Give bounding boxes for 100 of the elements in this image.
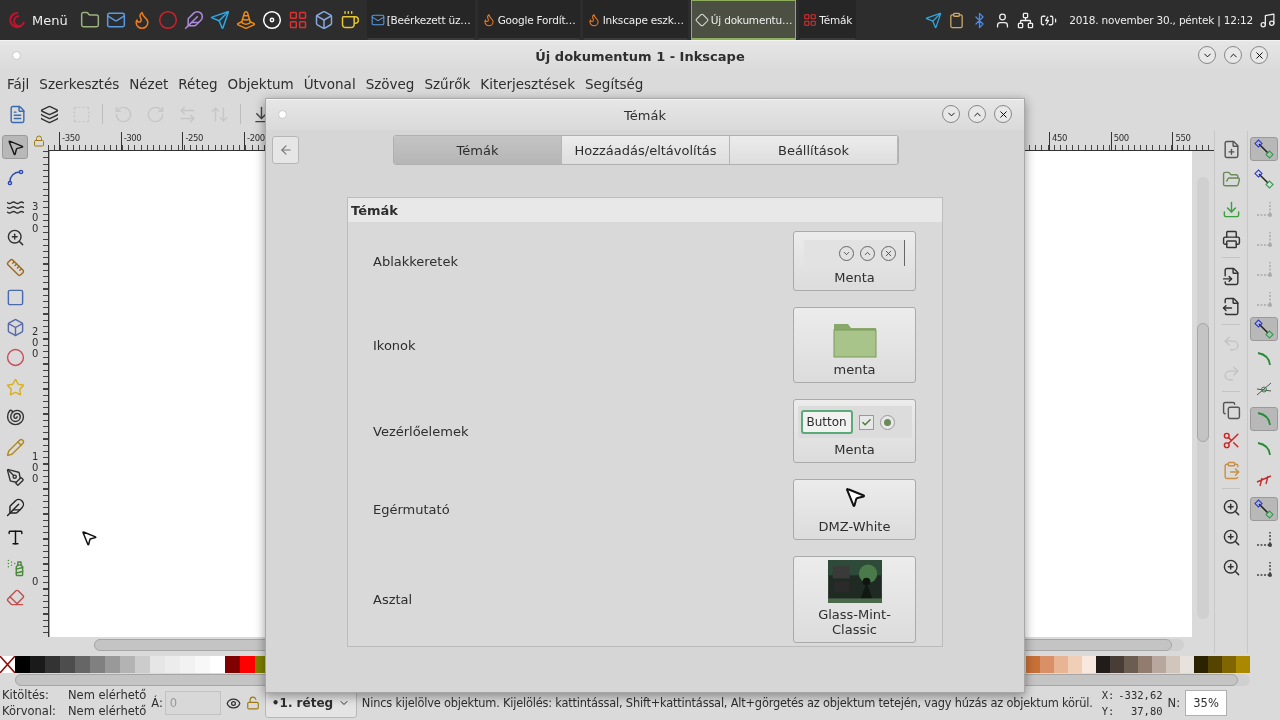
y-value: 37,80: [1129, 704, 1163, 719]
color-swatch[interactable]: [1180, 656, 1194, 673]
menu-item[interactable]: Réteg: [173, 74, 223, 94]
menu-item[interactable]: Segítség: [579, 74, 649, 94]
maximize-button[interactable]: [1224, 46, 1242, 64]
color-swatch[interactable]: [1026, 656, 1040, 673]
corner-icon[interactable]: [1255, 530, 1273, 548]
menu-item[interactable]: Útvonal: [298, 74, 361, 94]
color-swatch[interactable]: [45, 656, 60, 673]
clock[interactable]: 2018. november 30., péntek | 12:12: [1069, 14, 1253, 26]
color-swatch[interactable]: [1082, 656, 1096, 673]
pencil-icon: [5, 437, 25, 457]
lock-icon[interactable]: [33, 135, 45, 147]
fill-value: Nem elérhető: [68, 687, 147, 703]
scrollbar[interactable]: [1197, 177, 1209, 619]
pen-icon: [5, 467, 25, 487]
color-swatch[interactable]: [1222, 656, 1236, 673]
back-button[interactable]: [272, 136, 299, 164]
color-swatch[interactable]: [135, 656, 150, 673]
theme-button[interactable]: Button Menta: [793, 399, 916, 463]
color-swatch[interactable]: [195, 656, 210, 673]
color-swatch[interactable]: [225, 656, 240, 673]
unlock-icon[interactable]: [245, 696, 260, 710]
task-button[interactable]: Új dokumentu…: [690, 0, 797, 40]
eraser-icon: [5, 587, 25, 607]
color-swatch[interactable]: [120, 656, 135, 673]
menu-item[interactable]: Objektum: [222, 74, 299, 94]
color-swatch[interactable]: [1194, 656, 1208, 673]
sample-button: Button: [800, 410, 853, 434]
color-swatch[interactable]: [210, 656, 225, 673]
menu-button[interactable]: Menü: [2, 6, 74, 34]
theme-button[interactable]: Glass-Mint-Classic: [793, 556, 916, 643]
menu-item[interactable]: Szerkesztés: [34, 74, 125, 94]
color-swatch[interactable]: [1152, 656, 1166, 673]
close-button[interactable]: [994, 105, 1012, 123]
color-swatch[interactable]: [30, 656, 45, 673]
network-icon[interactable]: [1017, 11, 1035, 29]
ruler-label: 300: [32, 201, 40, 234]
no-color-swatch[interactable]: [0, 656, 15, 673]
color-swatch[interactable]: [90, 656, 105, 673]
close-button[interactable]: [1250, 46, 1268, 64]
node-path-icon: [5, 167, 25, 187]
task-button[interactable]: [Beérkezett üz…: [366, 0, 475, 40]
tool-button[interactable]: [2, 135, 28, 159]
color-swatch[interactable]: [1166, 656, 1180, 673]
menu-item[interactable]: Szűrők: [419, 74, 476, 94]
theme-button[interactable]: Menta: [793, 231, 916, 291]
music-note-icon[interactable]: [1259, 11, 1276, 29]
launcher-button[interactable]: [260, 8, 284, 32]
color-swatch[interactable]: [1054, 656, 1068, 673]
launcher-button[interactable]: [234, 8, 258, 32]
color-swatch[interactable]: [1236, 656, 1250, 673]
crossing-lines-icon[interactable]: [1255, 380, 1273, 398]
color-swatch[interactable]: [105, 656, 120, 673]
maximize-button[interactable]: [968, 105, 986, 123]
color-swatch[interactable]: [60, 656, 75, 673]
color-swatch[interactable]: [75, 656, 90, 673]
color-swatch[interactable]: [150, 656, 165, 673]
folder-icon: [80, 10, 101, 30]
task-button[interactable]: Google Fordít…: [477, 0, 580, 40]
theme-button[interactable]: DMZ-White: [793, 479, 916, 540]
clipboard-icon[interactable]: [948, 11, 966, 29]
flame-icon: [586, 12, 601, 27]
ruler-icon: [5, 257, 25, 277]
color-swatch[interactable]: [1040, 656, 1054, 673]
color-swatch[interactable]: [1124, 656, 1138, 673]
dialog-title: Témák: [624, 107, 666, 123]
color-swatch[interactable]: [1068, 656, 1082, 673]
color-swatch[interactable]: [15, 656, 30, 673]
menu-item[interactable]: Fájl: [2, 74, 35, 94]
ruler-label: 550: [1172, 132, 1191, 150]
zoom-field[interactable]: 35%: [1185, 690, 1228, 716]
color-swatch[interactable]: [1208, 656, 1222, 673]
color-swatch[interactable]: [240, 656, 255, 673]
task-button[interactable]: Témák: [799, 0, 857, 40]
menu-item[interactable]: Nézet: [124, 74, 174, 94]
color-swatch[interactable]: [165, 656, 180, 673]
task-button[interactable]: Inkscape eszk…: [582, 0, 688, 40]
curve-icon[interactable]: [1255, 440, 1273, 458]
color-swatch[interactable]: [1138, 656, 1152, 673]
tab[interactable]: Beállítások: [730, 136, 898, 164]
mail-icon: [106, 10, 127, 30]
cube-icon: [314, 10, 335, 30]
theme-button[interactable]: menta: [793, 307, 916, 383]
stroke-value: Nem elérhető: [68, 703, 147, 719]
eye-icon[interactable]: [225, 695, 241, 711]
curve-icon[interactable]: [1255, 350, 1273, 368]
color-swatch[interactable]: [1110, 656, 1124, 673]
menu-item[interactable]: Kiterjesztések: [475, 74, 580, 94]
tab[interactable]: Hozzáadás/eltávolítás: [562, 136, 730, 164]
send-icon[interactable]: [925, 11, 943, 29]
tab[interactable]: Témák: [394, 136, 562, 164]
minimize-button[interactable]: [1198, 46, 1216, 64]
color-swatch[interactable]: [180, 656, 195, 673]
color-swatch[interactable]: [1096, 656, 1110, 673]
minimize-button[interactable]: [942, 105, 960, 123]
curve-icon[interactable]: [1255, 410, 1273, 428]
corner-icon[interactable]: [1255, 560, 1273, 578]
snap-toggle[interactable]: [1250, 407, 1278, 431]
menu-item[interactable]: Szöveg: [360, 74, 420, 94]
